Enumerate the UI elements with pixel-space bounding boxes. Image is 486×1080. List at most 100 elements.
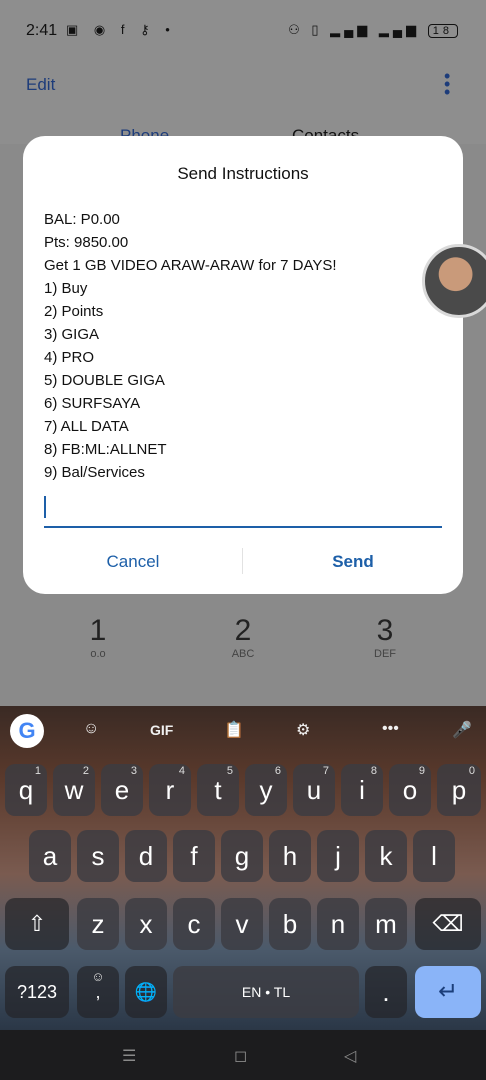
emoji-hint-icon: ☺ (91, 969, 105, 984)
key-r[interactable]: r4 (149, 764, 191, 816)
ussd-dialog: Send Instructions BAL: P0.00 Pts: 9850.0… (23, 136, 463, 594)
signal-icons: ⚇ ▯ ▂▄▆ ▂▄▆ (288, 22, 421, 37)
key-label: i (359, 775, 365, 805)
dial-letters: DEF (374, 648, 396, 660)
dialer-header (0, 64, 486, 144)
key-x[interactable]: x (125, 898, 167, 950)
dial-digit: 3 (376, 614, 394, 647)
dial-key-3[interactable]: 3 DEF (325, 614, 445, 660)
status-time: 2:41 (26, 22, 58, 39)
key-number-hint: 7 (322, 765, 329, 777)
key-i[interactable]: i8 (341, 764, 383, 816)
dial-key-1[interactable]: 1 o.o (38, 614, 158, 660)
comma-key[interactable]: ☺ , (77, 966, 119, 1018)
space-bar[interactable]: EN • TL (173, 966, 359, 1018)
edit-button[interactable]: Edit (26, 75, 55, 95)
key-label: p (451, 775, 467, 805)
period-key[interactable]: . (365, 966, 407, 1018)
key-d[interactable]: d (125, 830, 167, 882)
globe-icon[interactable]: 🌐 (125, 966, 167, 1018)
more-icon[interactable]: ••• (382, 720, 399, 738)
text-caret (44, 496, 46, 518)
gif-button[interactable]: GIF (150, 722, 173, 738)
clipboard-icon[interactable]: 📋 (224, 720, 244, 740)
key-z[interactable]: z (77, 898, 119, 950)
key-number-hint: 4 (178, 765, 185, 777)
home-icon[interactable]: ◻ (234, 1046, 247, 1066)
chat-head-avatar[interactable] (422, 244, 486, 318)
dial-letters: o.o (90, 648, 106, 660)
settings-icon[interactable]: ⚙ (296, 720, 310, 740)
key-q[interactable]: q1 (5, 764, 47, 816)
key-p[interactable]: p0 (437, 764, 481, 816)
dialpad: 1 o.o 2 ABC 3 DEF (0, 594, 486, 706)
key-g[interactable]: g (221, 830, 263, 882)
message-line: 2) Points (44, 303, 104, 320)
keyboard-toolbar: G ☺ GIF 📋 ⚙ ••• 🎤 (0, 706, 486, 756)
key-number-hint: 9 (418, 765, 425, 777)
key-number-hint: 5 (226, 765, 233, 777)
key-label: u (306, 775, 322, 805)
key-number-hint: 6 (274, 765, 281, 777)
message-line: 3) GIGA (44, 326, 100, 343)
key-w[interactable]: w2 (53, 764, 95, 816)
navigation-bar: ☰ ◻ ◁ (0, 1030, 486, 1080)
key-k[interactable]: k (365, 830, 407, 882)
key-n[interactable]: n (317, 898, 359, 950)
reply-input[interactable] (44, 492, 442, 528)
comma-label: , (95, 982, 101, 1002)
key-label: e (114, 775, 130, 805)
key-y[interactable]: y6 (245, 764, 287, 816)
google-icon[interactable]: G (10, 714, 44, 748)
message-line: 1) Buy (44, 280, 88, 297)
backspace-key[interactable]: ⌫ (415, 898, 481, 950)
key-label: t (214, 775, 222, 805)
cancel-button[interactable]: Cancel (23, 542, 243, 582)
status-bar: 2:41 ▣ ◉ f ⚷ • ⚇ ▯ ▂▄▆ ▂▄▆ 18 (0, 0, 486, 64)
more-options-icon[interactable]: • • • (444, 67, 450, 101)
dial-digit: 1 (89, 614, 107, 647)
key-number-hint: 3 (130, 765, 137, 777)
key-label: w (64, 775, 84, 805)
key-label: y (259, 775, 273, 805)
key-b[interactable]: b (269, 898, 311, 950)
message-line: BAL: P0.00 (44, 211, 120, 228)
key-c[interactable]: c (173, 898, 215, 950)
key-number-hint: 1 (34, 765, 41, 777)
sticker-icon[interactable]: ☺ (83, 720, 99, 738)
key-l[interactable]: l (413, 830, 455, 882)
key-label: r (165, 775, 175, 805)
message-line: 4) PRO (44, 349, 95, 366)
key-number-hint: 2 (82, 765, 89, 777)
dial-letters: ABC (231, 648, 255, 660)
keyboard: G ☺ GIF 📋 ⚙ ••• 🎤 q1 w2 e3 r4 t5 y6 u7 i… (0, 706, 486, 1080)
shift-key[interactable]: ⇧ (5, 898, 69, 950)
key-label: q (18, 775, 34, 805)
message-line: 5) DOUBLE GIGA (44, 372, 165, 389)
send-button[interactable]: Send (243, 542, 463, 582)
key-number-hint: 8 (370, 765, 377, 777)
message-line: 8) FB:ML:ALLNET (44, 441, 167, 458)
key-u[interactable]: u7 (293, 764, 335, 816)
dial-digit: 2 (234, 614, 252, 647)
key-a[interactable]: a (29, 830, 71, 882)
key-s[interactable]: s (77, 830, 119, 882)
key-j[interactable]: j (317, 830, 359, 882)
symbols-key[interactable]: ?123 (5, 966, 69, 1018)
back-icon[interactable]: ◁ (344, 1046, 356, 1066)
message-line: Pts: 9850.00 (44, 234, 129, 251)
key-h[interactable]: h (269, 830, 311, 882)
key-t[interactable]: t5 (197, 764, 239, 816)
key-o[interactable]: o9 (389, 764, 431, 816)
notification-icons: ▣ ◉ f ⚷ • (66, 22, 176, 37)
mic-icon[interactable]: 🎤 (452, 720, 472, 740)
key-v[interactable]: v (221, 898, 263, 950)
enter-key[interactable]: ↵ (415, 966, 481, 1018)
key-e[interactable]: e3 (101, 764, 143, 816)
dialog-message: BAL: P0.00 Pts: 9850.00 Get 1 GB VIDEO A… (44, 208, 444, 484)
recents-icon[interactable]: ☰ (122, 1046, 136, 1066)
system-icons: ⚇ ▯ ▂▄▆ ▂▄▆ 18 (288, 22, 458, 38)
key-m[interactable]: m (365, 898, 407, 950)
dial-key-2[interactable]: 2 ABC (183, 614, 303, 660)
key-f[interactable]: f (173, 830, 215, 882)
